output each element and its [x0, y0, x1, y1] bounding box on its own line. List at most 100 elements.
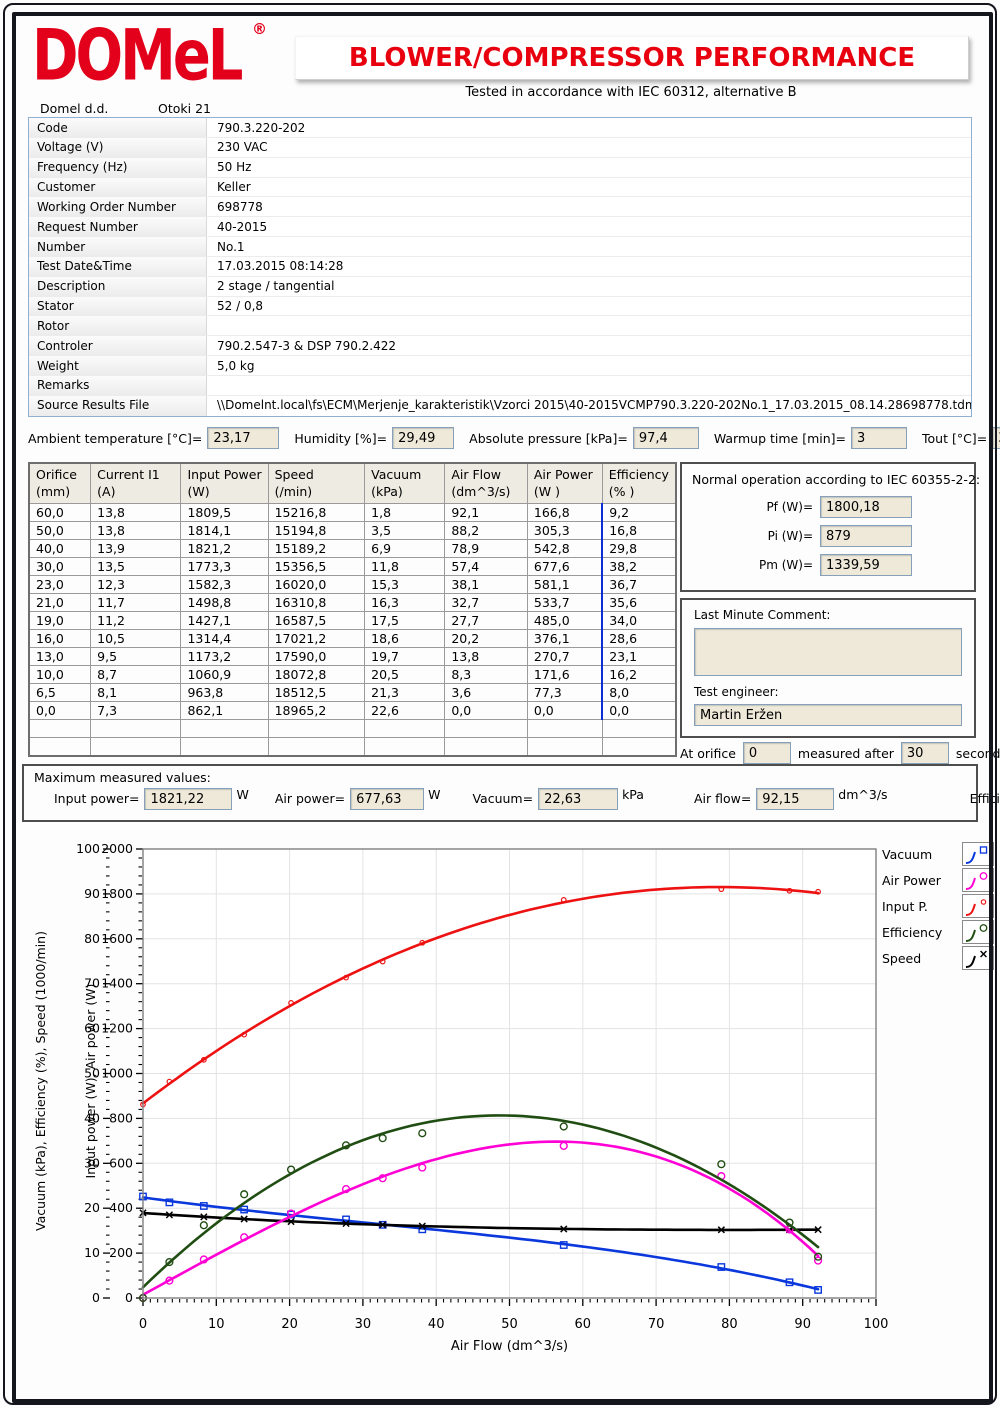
measurement-cell: 18,6	[365, 629, 445, 647]
measurement-cell: 16020,0	[268, 575, 365, 593]
max-value-input[interactable]	[756, 788, 834, 810]
info-field-value: 52 / 0,8	[207, 297, 971, 316]
max-value-label: Input power=	[54, 788, 139, 810]
info-row: Description2 stage / tangential	[29, 277, 971, 297]
info-field-value: 17.03.2015 08:14:28	[207, 257, 971, 276]
legend-item-speed[interactable]: Speed	[882, 945, 994, 971]
iec-field-label: Pm (W)=	[759, 558, 813, 572]
svg-text:90: 90	[794, 1317, 811, 1332]
measurement-cell: 11,2	[91, 611, 181, 629]
measurement-column-header: Current I1(A)	[91, 463, 181, 503]
iec-field-input[interactable]	[820, 554, 912, 576]
measurement-cell: 29,8	[602, 539, 676, 557]
max-value-input[interactable]	[144, 788, 232, 810]
svg-text:1000: 1000	[101, 1066, 133, 1081]
measurement-cell: 1773,3	[181, 557, 268, 575]
measurement-cell: 16,0	[29, 629, 91, 647]
measurement-cell	[445, 719, 528, 737]
max-value-input[interactable]	[538, 788, 618, 810]
measurement-cell: 18072,8	[268, 665, 365, 683]
measurement-row: 40,013,91821,215189,26,978,9542,829,8	[29, 539, 676, 557]
measurement-cell	[445, 737, 528, 756]
legend-item-efficiency[interactable]: Efficiency	[882, 919, 994, 945]
measurement-cell: 0,0	[29, 701, 91, 719]
at-orifice-label: At orifice	[680, 746, 736, 761]
svg-text:50: 50	[501, 1317, 518, 1332]
measurement-cell: 23,1	[602, 647, 676, 665]
svg-text:0: 0	[92, 1290, 100, 1305]
info-row: NumberNo.1	[29, 237, 971, 257]
legend-item-vacuum[interactable]: Vacuum	[882, 841, 994, 867]
ambient-field-input[interactable]	[851, 427, 907, 449]
info-row: Request Number40-2015	[29, 217, 971, 237]
measurement-cell: 10,5	[91, 629, 181, 647]
measurement-cell: 28,6	[602, 629, 676, 647]
last-minute-comment-box[interactable]	[694, 628, 962, 676]
measurement-cell: 13,5	[91, 557, 181, 575]
measurement-cell	[181, 719, 268, 737]
legend-item-air-power[interactable]: Air Power	[882, 867, 994, 893]
y-axis-label-outer: Vacuum (kPa), Efficiency (%), Speed (100…	[33, 931, 48, 1231]
orifice-input[interactable]	[743, 742, 791, 764]
measurement-cell	[29, 737, 91, 756]
measurement-cell: 22,6	[365, 701, 445, 719]
max-values-title: Maximum measured values:	[34, 770, 966, 785]
ambient-field-input[interactable]	[207, 427, 279, 449]
measurement-cell: 3,6	[445, 683, 528, 701]
measurement-cell: 38,1	[445, 575, 528, 593]
measurement-cell: 15194,8	[268, 521, 365, 539]
iec-field-label: Pi (W)=	[768, 529, 813, 543]
measurement-cell	[602, 719, 676, 737]
svg-text:10: 10	[208, 1317, 225, 1332]
measurement-empty-row	[29, 737, 676, 756]
measurement-cell: 34,0	[602, 611, 676, 629]
measurement-cell: 16,2	[602, 665, 676, 683]
measurement-cell: 8,0	[602, 683, 676, 701]
measurement-row: 19,011,21427,116587,517,527,7485,034,0	[29, 611, 676, 629]
svg-text:80: 80	[721, 1317, 738, 1332]
max-value-input[interactable]	[350, 788, 424, 810]
info-table: Code790.3.220-202Voltage (V)230 VACFrequ…	[28, 117, 972, 417]
measurement-cell	[268, 719, 365, 737]
measurement-cell: 7,3	[91, 701, 181, 719]
measurement-cell: 17590,0	[268, 647, 365, 665]
measurement-cell: 3,5	[365, 521, 445, 539]
ambient-field-input[interactable]	[392, 427, 454, 449]
info-row: Remarks	[29, 376, 971, 396]
measurement-cell: 15189,2	[268, 539, 365, 557]
measurement-cell: 17,5	[365, 611, 445, 629]
info-row: Frequency (Hz)50 Hz	[29, 158, 971, 178]
max-value-group: Air flow=dm^3/s	[694, 788, 888, 810]
measurement-cell: 166,8	[527, 503, 602, 521]
test-engineer-input[interactable]	[694, 704, 962, 726]
measurement-row: 50,013,81814,115194,83,588,2305,316,8	[29, 521, 676, 539]
ambient-field-input[interactable]	[992, 427, 1000, 449]
legend-item-input-p-[interactable]: Input P.	[882, 893, 994, 919]
x-axis-label: Air Flow (dm^3/s)	[451, 1339, 568, 1354]
domel-logo: DOMeL	[32, 22, 240, 92]
measurement-cell: 542,8	[527, 539, 602, 557]
measurement-cell: 40,0	[29, 539, 91, 557]
iec-field-input[interactable]	[820, 496, 912, 518]
measurement-empty-row	[29, 719, 676, 737]
svg-text:40: 40	[428, 1317, 445, 1332]
measurement-cell: 171,6	[527, 665, 602, 683]
legend-label: Air Power	[882, 873, 941, 888]
ambient-field-input[interactable]	[633, 427, 699, 449]
max-value-group: Input power=W	[54, 788, 249, 810]
measurement-cell: 32,7	[445, 593, 528, 611]
ambient-field-label: Humidity [%]=	[294, 431, 387, 446]
measurement-cell: 305,3	[527, 521, 602, 539]
seconds-input[interactable]	[901, 742, 949, 764]
measurement-cell: 677,6	[527, 557, 602, 575]
page-subtitle: Tested in accordance with IEC 60312, alt…	[295, 85, 967, 100]
max-value-group: Air power=W	[275, 788, 441, 810]
seconds-label: seconds	[956, 746, 1000, 761]
measurement-cell: 1582,3	[181, 575, 268, 593]
report-page: DOMeL ® Domel d.d. Otoki 21 4228 Železni…	[0, 0, 1000, 1408]
legend-swatch-icon	[962, 868, 994, 892]
last-minute-comment-label: Last Minute Comment:	[694, 608, 962, 622]
legend-label: Speed	[882, 951, 921, 966]
iec-field-input[interactable]	[820, 525, 912, 547]
measurement-row: 6,58,1963,818512,521,33,677,38,0	[29, 683, 676, 701]
